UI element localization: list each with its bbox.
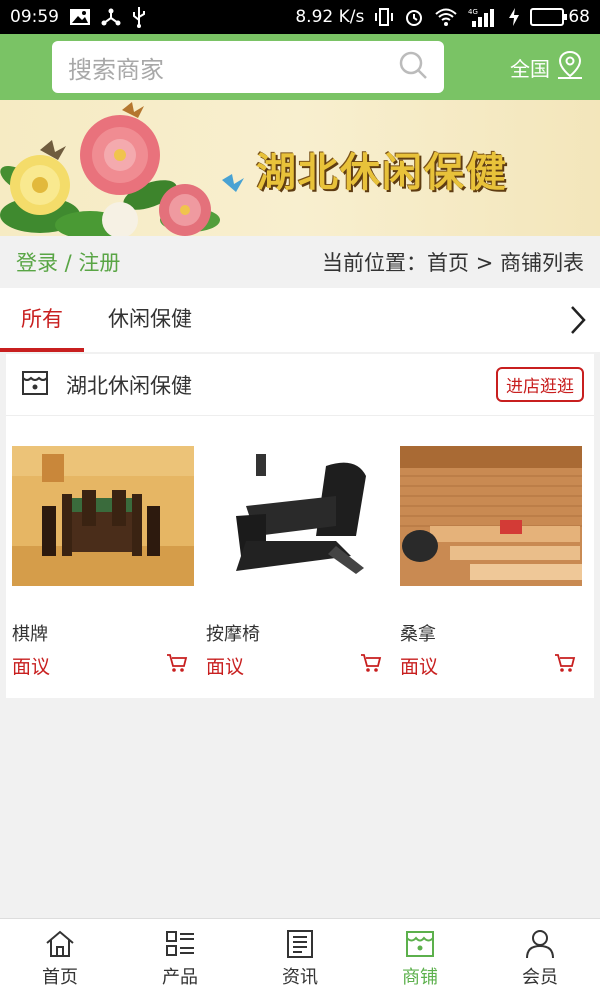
banner-title: 湖北休闲保健: [256, 149, 508, 196]
store-name[interactable]: 湖北休闲保健: [66, 370, 496, 400]
status-bar: 09:59 8.92 K/s 4G 68: [0, 0, 600, 34]
cart-icon[interactable]: [166, 653, 188, 677]
bottom-nav: 首页 产品 资讯 商铺 会员: [0, 918, 600, 1000]
store-icon: [20, 368, 50, 402]
cart-icon[interactable]: [360, 653, 382, 677]
product-image-sauna[interactable]: [400, 446, 582, 586]
tab-leisure-health[interactable]: 休闲保健: [96, 288, 204, 352]
product-image-mahjong[interactable]: [12, 446, 194, 586]
alarm-icon: [404, 7, 424, 27]
battery-percent: 68: [568, 7, 590, 27]
product-name: 棋牌: [12, 624, 48, 645]
region-selector[interactable]: 全国: [510, 50, 584, 85]
battery-indicator: 68: [530, 7, 590, 27]
product-name: 按摩椅: [206, 624, 260, 645]
image-notification-icon: [69, 8, 91, 26]
store-header: 湖北休闲保健 进店逛逛: [6, 354, 594, 416]
signal-icon: 4G: [468, 7, 498, 27]
search-icon[interactable]: [398, 50, 428, 84]
nav-item-products[interactable]: 产品: [120, 919, 240, 1000]
location-pin-icon: [556, 50, 584, 85]
shop-banner: 湖北休闲保健: [0, 100, 600, 236]
search-input[interactable]: 搜索商家: [68, 50, 398, 85]
network-speed: 8.92 K/s: [295, 7, 365, 27]
product-card[interactable]: 按摩椅 面议: [206, 446, 388, 679]
home-icon: [46, 930, 74, 957]
store-card: 湖北休闲保健 进店逛逛 棋牌 面议 按摩椅 面议 桑拿 面议: [6, 354, 594, 698]
nav-item-news[interactable]: 资讯: [240, 919, 360, 1000]
charging-icon: [508, 7, 520, 27]
nav-item-shops[interactable]: 商铺: [360, 919, 480, 1000]
user-icon: [526, 930, 554, 959]
news-icon: [287, 930, 313, 958]
breadcrumb-row: 登录 / 注册 当前位置：首页 > 商铺列表: [0, 236, 600, 288]
clock: 09:59: [10, 7, 59, 27]
battery-icon: [530, 8, 568, 26]
nav-item-home[interactable]: 首页: [0, 919, 120, 1000]
cart-icon[interactable]: [554, 653, 576, 677]
chevron-right-icon[interactable]: [568, 304, 588, 340]
nav-label: 商铺: [402, 967, 438, 988]
nav-item-member[interactable]: 会员: [480, 919, 600, 1000]
nav-label: 首页: [42, 967, 78, 988]
nav-label: 资讯: [282, 967, 318, 988]
share-icon: [101, 7, 121, 27]
breadcrumb: 当前位置：首页 > 商铺列表: [322, 251, 584, 275]
shop-icon: [406, 931, 434, 957]
product-image-massage-chair[interactable]: [206, 446, 388, 586]
wifi-icon: [434, 7, 458, 27]
app-header: 搜索商家 全国: [0, 34, 600, 100]
product-card[interactable]: 桑拿 面议: [400, 446, 582, 679]
tab-all[interactable]: 所有: [0, 288, 84, 352]
usb-icon: [131, 6, 147, 28]
grid-list-icon: [166, 931, 194, 956]
svg-text:4G: 4G: [468, 8, 478, 16]
product-name: 桑拿: [400, 624, 436, 645]
region-label: 全国: [510, 57, 550, 81]
product-card[interactable]: 棋牌 面议: [12, 446, 194, 679]
login-register-link[interactable]: 登录 / 注册: [16, 247, 120, 277]
vibrate-icon: [374, 7, 394, 27]
nav-label: 会员: [522, 967, 558, 988]
nav-label: 产品: [162, 967, 198, 988]
enter-store-button[interactable]: 进店逛逛: [496, 367, 584, 402]
search-bar[interactable]: 搜索商家: [52, 41, 444, 93]
category-tabs: 所有 休闲保健: [0, 288, 600, 352]
